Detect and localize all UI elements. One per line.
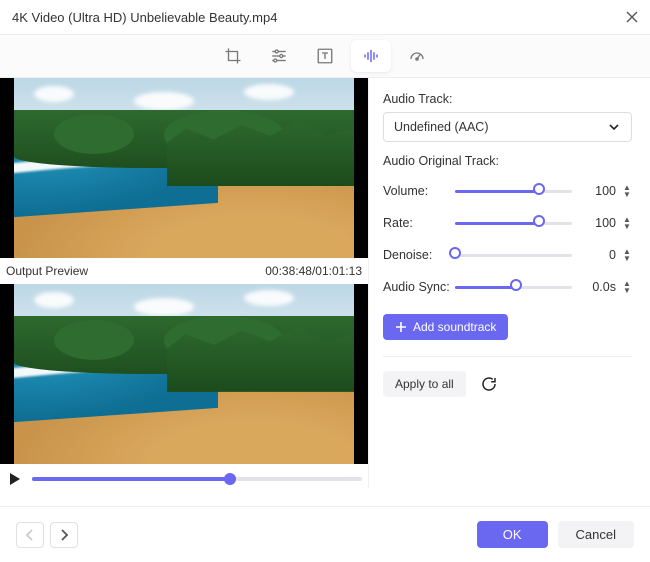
audio-track-select[interactable]: Undefined (AAC) [383,112,632,142]
divider [383,356,632,357]
spinner-down-icon[interactable]: ▼ [622,192,632,198]
denoise-row: Denoise: 0 ▲ ▼ [383,242,632,268]
title-bar: 4K Video (Ultra HD) Unbelievable Beauty.… [0,0,650,34]
output-preview [0,284,368,464]
close-button[interactable] [626,11,638,23]
play-icon [8,472,22,486]
denoise-spinner[interactable]: ▲ ▼ [622,249,632,262]
crop-tab[interactable] [213,40,253,72]
footer: OK Cancel [0,506,650,562]
audio-sync-label: Audio Sync: [383,280,455,294]
spinner-down-icon[interactable]: ▼ [622,256,632,262]
add-soundtrack-label: Add soundtrack [413,320,496,334]
next-button[interactable] [50,522,78,548]
audio-sync-spinner[interactable]: ▲ ▼ [622,281,632,294]
spinner-down-icon[interactable]: ▼ [622,224,632,230]
audio-sync-row: Audio Sync: 0.0s ▲ ▼ [383,274,632,300]
denoise-value: 0 [582,248,620,262]
chevron-down-icon [607,120,621,134]
progress-thumb[interactable] [224,473,236,485]
progress-fill [32,477,230,481]
denoise-slider[interactable] [455,248,572,262]
reset-icon [480,375,498,393]
prev-button[interactable] [16,522,44,548]
denoise-label: Denoise: [383,248,455,262]
audio-settings-panel: Audio Track: Undefined (AAC) Audio Origi… [368,78,650,488]
volume-spinner[interactable]: ▲ ▼ [622,185,632,198]
audio-waveform-icon [362,47,380,65]
original-track-label: Audio Original Track: [383,154,632,168]
apply-row: Apply to all [383,371,632,397]
audio-tab[interactable] [351,40,391,72]
window-title: 4K Video (Ultra HD) Unbelievable Beauty.… [12,10,626,25]
speedometer-icon [408,47,426,65]
original-preview [0,78,368,258]
output-preview-label: Output Preview [6,264,88,278]
preview-panel: Output Preview 00:38:48/01:01:13 [0,78,368,488]
rate-slider[interactable] [455,216,572,230]
volume-row: Volume: 100 ▲ ▼ [383,178,632,204]
audio-sync-value: 0.0s [582,280,620,294]
audio-track-value: Undefined (AAC) [394,120,489,134]
player-controls [0,464,368,488]
editor-toolbar [0,34,650,78]
audio-sync-slider[interactable] [455,280,572,294]
nav-buttons [16,522,78,548]
cancel-button[interactable]: Cancel [558,521,634,548]
play-button[interactable] [6,470,24,488]
rate-label: Rate: [383,216,455,230]
chevron-right-icon [59,529,69,541]
text-tab[interactable] [305,40,345,72]
adjust-tab[interactable] [259,40,299,72]
playback-progress[interactable] [32,472,362,486]
volume-value: 100 [582,184,620,198]
rate-value: 100 [582,216,620,230]
plus-icon [395,321,407,333]
text-icon [316,47,334,65]
add-soundtrack-button[interactable]: Add soundtrack [383,314,508,340]
reset-button[interactable] [480,375,498,393]
sliders-icon [270,47,288,65]
rate-row: Rate: 100 ▲ ▼ [383,210,632,236]
content-area: Output Preview 00:38:48/01:01:13 [0,78,650,488]
speed-tab[interactable] [397,40,437,72]
apply-to-all-button[interactable]: Apply to all [383,371,466,397]
rate-spinner[interactable]: ▲ ▼ [622,217,632,230]
volume-label: Volume: [383,184,455,198]
crop-icon [224,47,242,65]
ok-button[interactable]: OK [477,521,548,548]
preview-info-row: Output Preview 00:38:48/01:01:13 [0,258,368,283]
spinner-down-icon[interactable]: ▼ [622,288,632,294]
chevron-left-icon [25,529,35,541]
audio-track-label: Audio Track: [383,92,632,106]
volume-slider[interactable] [455,184,572,198]
timecode: 00:38:48/01:01:13 [265,264,362,278]
